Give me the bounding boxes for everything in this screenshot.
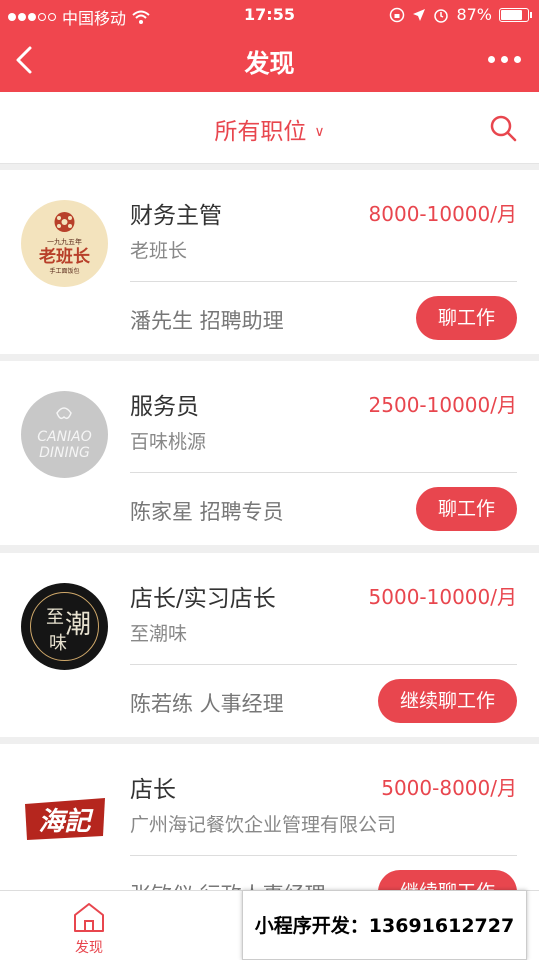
battery-percent: 87% (456, 5, 492, 24)
company-name: 广州海记餐饮企业管理有限公司 (130, 814, 397, 836)
company-name: 百味桃源 (130, 431, 207, 453)
search-icon[interactable] (489, 114, 517, 142)
position-filter-dropdown[interactable]: 所有职位 ∨ (0, 112, 539, 146)
recruiter-info: 潘先生 招聘助理 (130, 309, 284, 333)
logo-char-3: 味 (49, 633, 67, 654)
company-logo: 一九九五年 老班长 手工面饭包 (21, 200, 108, 287)
alarm-icon (434, 8, 449, 23)
continue-chat-button[interactable]: 继续聊工作 (377, 679, 517, 723)
job-card[interactable]: CANIAO DINING 服务员 2500-10000/月 百味桃源 陈家星 … (0, 361, 539, 545)
navigation-bar: 发现 (0, 30, 539, 92)
rotation-lock-icon (390, 7, 405, 22)
position-filter-label: 所有职位 (214, 119, 307, 145)
logo-sub-text: 手工面饭包 (49, 267, 79, 275)
job-salary: 8000-10000/月 (368, 202, 517, 226)
watermark-banner: 小程序开发：13691612727 (242, 890, 527, 960)
battery-icon (499, 7, 532, 22)
job-card[interactable]: 至 潮 味 店长/实习店长 5000-10000/月 至潮味 陈若练 人事经理 … (0, 553, 539, 737)
company-name: 老班长 (130, 240, 188, 262)
filter-bar: 所有职位 ∨ (0, 92, 539, 164)
logo-main-text: 老班长 (38, 246, 91, 267)
logo-char-2: 潮 (65, 610, 91, 640)
logo-top-text: 一九九五年 (47, 237, 82, 246)
company-logo: 海記 (21, 774, 108, 861)
location-icon (413, 8, 426, 21)
job-salary: 5000-10000/月 (368, 585, 517, 609)
job-title: 店长 (130, 777, 176, 803)
tab-discover[interactable]: 发现 (44, 901, 134, 957)
job-salary: 2500-10000/月 (368, 393, 517, 417)
recruiter-info: 陈若练 人事经理 (130, 692, 284, 716)
company-logo: CANIAO DINING (21, 391, 108, 478)
divider (130, 281, 517, 282)
logo-text: 海記 (38, 807, 94, 837)
job-title: 财务主管 (130, 203, 222, 229)
recruiter-info: 陈家星 招聘专员 (130, 500, 284, 524)
divider (130, 855, 517, 856)
job-salary: 5000-8000/月 (381, 776, 517, 800)
job-card[interactable]: 一九九五年 老班长 手工面饭包 财务主管 8000-10000/月 老班长 潘先… (0, 170, 539, 354)
divider (130, 472, 517, 473)
tab-discover-label: 发现 (75, 940, 103, 956)
job-title: 服务员 (130, 394, 199, 420)
job-title: 店长/实习店长 (130, 586, 276, 612)
logo-line-2: DINING (39, 445, 90, 461)
top-bar: 中国移动 17:55 87% 发现 (0, 0, 539, 92)
chat-button[interactable]: 聊工作 (415, 296, 517, 340)
status-bar: 中国移动 17:55 87% (0, 0, 539, 30)
home-icon (74, 903, 104, 932)
company-name: 至潮味 (130, 623, 188, 645)
divider (130, 664, 517, 665)
chat-button[interactable]: 聊工作 (415, 487, 517, 531)
logo-char-1: 至 (46, 607, 64, 628)
page-title: 发现 (244, 49, 295, 78)
logo-line-1: CANIAO (37, 429, 92, 445)
chevron-down-icon: ∨ (314, 124, 325, 140)
company-logo: 至 潮 味 (21, 583, 108, 670)
more-icon[interactable] (488, 56, 521, 63)
